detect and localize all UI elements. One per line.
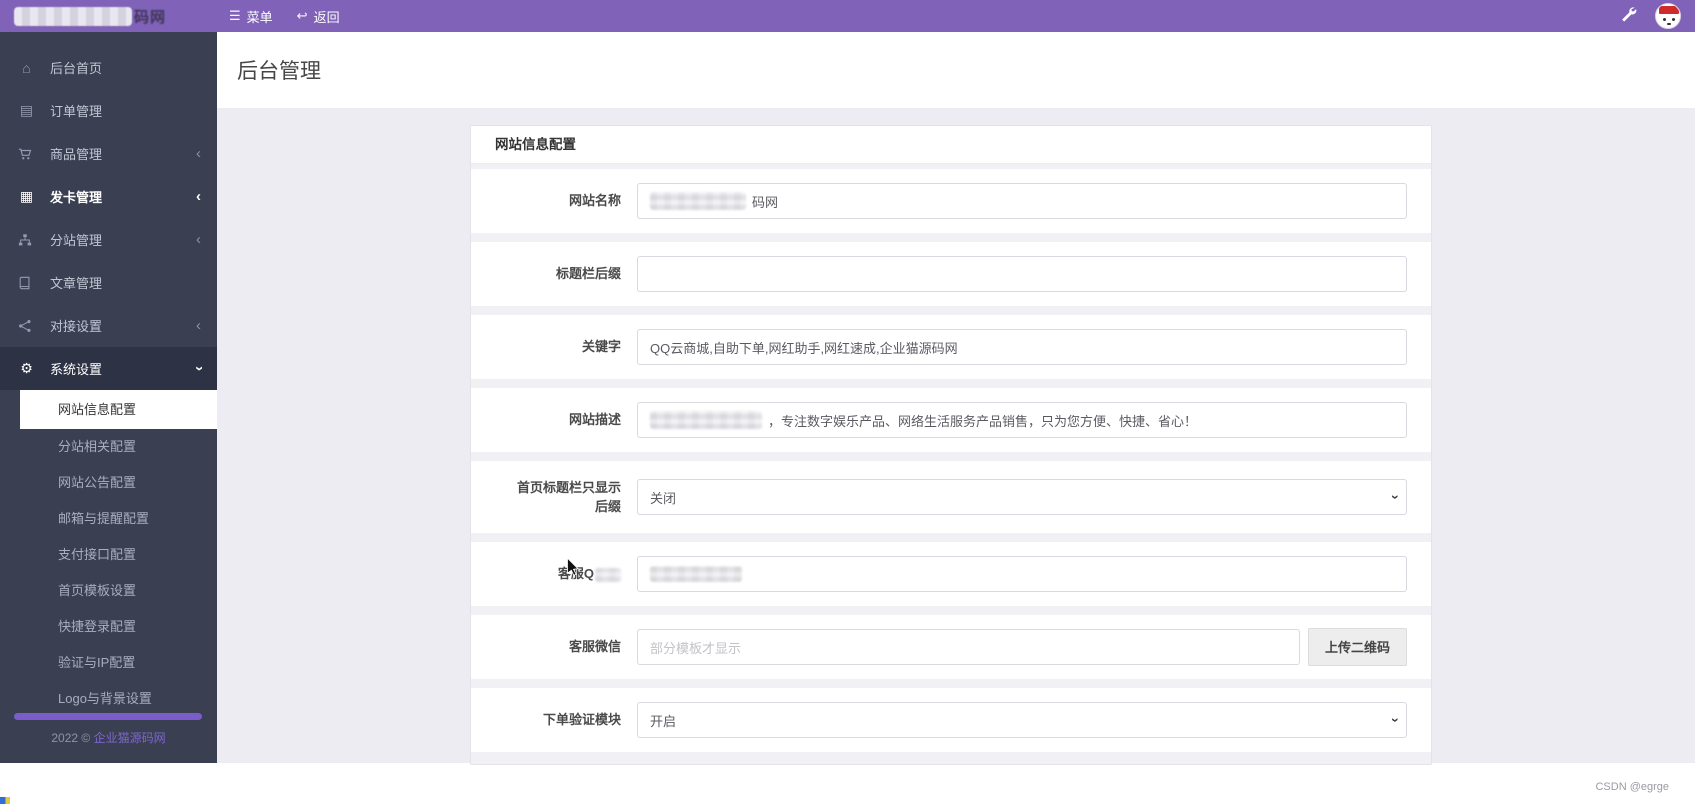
upload-qrcode-button[interactable]: 上传二维码 bbox=[1308, 628, 1407, 666]
submenu-item-mail-reminder-config[interactable]: 邮箱与提醒配置 bbox=[0, 501, 217, 537]
chevron-left-icon: ‹ bbox=[196, 318, 201, 333]
field-label: 客服Q bbox=[471, 564, 621, 584]
submenu-item-home-template-config[interactable]: 首页模板设置 bbox=[0, 573, 217, 609]
chevron-left-icon: ‹ bbox=[196, 232, 201, 247]
keywords-input[interactable]: QQ云商城,自助下单,网红助手,网红速成,企业猫源码网 bbox=[637, 329, 1407, 365]
sidebar-item-card-issuing[interactable]: ▦ 发卡管理 ‹ bbox=[0, 175, 217, 218]
site-description-input[interactable]: ，专注数字娱乐产品、网络生活服务产品销售，只为您方便、快捷、省心！ bbox=[637, 402, 1407, 438]
tools-wrench-icon[interactable] bbox=[1620, 6, 1637, 26]
footer-site-link[interactable]: 企业猫源码网 bbox=[94, 731, 166, 745]
logo-redaction-blur bbox=[14, 7, 132, 26]
field-label: 首页标题栏只显示后缀 bbox=[471, 478, 621, 517]
mouse-cursor bbox=[566, 557, 580, 577]
field-label: 下单验证模块 bbox=[471, 710, 621, 730]
submenu-item-logo-background-config[interactable]: Logo与背景设置 bbox=[0, 681, 217, 717]
form-row-title-suffix: 标题栏后缀 bbox=[471, 242, 1431, 306]
site-info-config-card: 网站信息配置 网站名称 码网 标题栏后缀 bbox=[470, 125, 1432, 765]
field-label: 标题栏后缀 bbox=[471, 264, 621, 284]
form-row-service-qq: 客服Q bbox=[471, 542, 1431, 606]
submenu-item-payment-api-config[interactable]: 支付接口配置 bbox=[0, 537, 217, 573]
sidebar-footer: 2022 © 企业猫源码网 bbox=[0, 729, 217, 746]
menu-button[interactable]: ☰ 菜单 bbox=[217, 0, 285, 32]
subsite-icon bbox=[18, 233, 35, 247]
order-verify-module-select[interactable]: 开启 ‹ bbox=[637, 702, 1407, 738]
footer-year: 2022 © bbox=[51, 731, 90, 745]
field-label: 客服微信 bbox=[471, 637, 621, 657]
gear-icon: ⚙ bbox=[18, 360, 35, 377]
main-header: 后台管理 bbox=[217, 32, 1695, 108]
field-label: 网站名称 bbox=[471, 191, 621, 211]
sidebar-item-api-settings[interactable]: 对接设置 ‹ bbox=[0, 304, 217, 347]
sidebar-item-orders[interactable]: ▤ 订单管理 bbox=[0, 89, 217, 132]
chevron-left-icon: ‹ bbox=[196, 146, 201, 161]
sidebar: ⌂ 后台首页 ▤ 订单管理 商品管理 ‹ ▦ 发卡管理 ‹ 分站管理 ‹ 文章管… bbox=[0, 32, 217, 763]
form-row-service-wechat: 客服微信 部分模板才显示 上传二维码 bbox=[471, 615, 1431, 679]
products-icon bbox=[18, 147, 35, 161]
system-settings-submenu: 网站信息配置 分站相关配置 网站公告配置 邮箱与提醒配置 支付接口配置 首页模板… bbox=[0, 390, 217, 717]
sidebar-item-dashboard[interactable]: ⌂ 后台首页 bbox=[0, 46, 217, 89]
submenu-item-subsite-config[interactable]: 分站相关配置 bbox=[0, 429, 217, 465]
form-row-site-name: 网站名称 码网 bbox=[471, 169, 1431, 233]
menu-bars-icon: ☰ bbox=[229, 8, 241, 24]
content-area: 网站信息配置 网站名称 码网 标题栏后缀 bbox=[217, 108, 1695, 763]
service-wechat-input[interactable]: 部分模板才显示 bbox=[637, 629, 1300, 665]
link-settings-icon bbox=[18, 319, 35, 333]
form-row-title-suffix-only: 首页标题栏只显示后缀 关闭 ‹ bbox=[471, 461, 1431, 533]
label-redaction-blur bbox=[595, 568, 621, 582]
orders-icon: ▤ bbox=[18, 102, 35, 119]
redaction-blur bbox=[650, 192, 746, 210]
logo-text: 码网 bbox=[134, 6, 166, 27]
form-row-keywords: 关键字 QQ云商城,自助下单,网红助手,网红速成,企业猫源码网 bbox=[471, 315, 1431, 379]
back-button[interactable]: ↩ 返回 bbox=[285, 0, 352, 32]
site-name-input[interactable]: 码网 bbox=[637, 183, 1407, 219]
card-issue-icon: ▦ bbox=[18, 188, 35, 205]
submenu-item-quick-login-config[interactable]: 快捷登录配置 bbox=[0, 609, 217, 645]
submenu-item-verify-ip-config[interactable]: 验证与IP配置 bbox=[0, 645, 217, 681]
menu-button-label: 菜单 bbox=[247, 7, 273, 26]
chevron-down-icon: ‹ bbox=[1386, 718, 1402, 723]
topbar: 码网 ☰ 菜单 ↩ 返回 bbox=[0, 0, 1695, 32]
form-row-order-verify-module: 下单验证模块 开启 ‹ bbox=[471, 688, 1431, 752]
csdn-watermark: CSDN @egrge bbox=[1595, 781, 1669, 793]
sidebar-scrollbar[interactable] bbox=[14, 713, 202, 720]
field-label: 网站描述 bbox=[471, 410, 621, 430]
chevron-down-icon: ‹ bbox=[191, 366, 206, 371]
home-icon: ⌂ bbox=[18, 60, 35, 76]
sidebar-item-subsites[interactable]: 分站管理 ‹ bbox=[0, 218, 217, 261]
back-button-label: 返回 bbox=[314, 7, 340, 26]
screenshot-artifact bbox=[0, 797, 10, 804]
app-logo[interactable]: 码网 bbox=[0, 6, 217, 27]
articles-icon bbox=[18, 276, 35, 290]
back-arrow-icon: ↩ bbox=[297, 8, 308, 24]
submenu-item-site-info-config[interactable]: 网站信息配置 bbox=[20, 390, 217, 429]
title-suffix-only-select[interactable]: 关闭 ‹ bbox=[637, 479, 1407, 515]
title-suffix-input[interactable] bbox=[637, 256, 1407, 292]
service-qq-input[interactable] bbox=[637, 556, 1407, 592]
redaction-blur bbox=[650, 411, 762, 429]
submenu-item-announcement-config[interactable]: 网站公告配置 bbox=[0, 465, 217, 501]
user-avatar[interactable] bbox=[1655, 3, 1681, 29]
sidebar-item-products[interactable]: 商品管理 ‹ bbox=[0, 132, 217, 175]
redaction-blur bbox=[650, 566, 742, 582]
chevron-down-icon: ‹ bbox=[1386, 495, 1402, 500]
form-row-site-description: 网站描述 ，专注数字娱乐产品、网络生活服务产品销售，只为您方便、快捷、省心！ bbox=[471, 388, 1431, 452]
sidebar-item-articles[interactable]: 文章管理 bbox=[0, 261, 217, 304]
card-title: 网站信息配置 bbox=[471, 126, 1431, 164]
chevron-left-icon: ‹ bbox=[196, 189, 201, 204]
sidebar-item-system-settings[interactable]: ⚙ 系统设置 ‹ bbox=[0, 347, 217, 390]
page-title: 后台管理 bbox=[237, 55, 321, 85]
field-label: 关键字 bbox=[471, 337, 621, 357]
